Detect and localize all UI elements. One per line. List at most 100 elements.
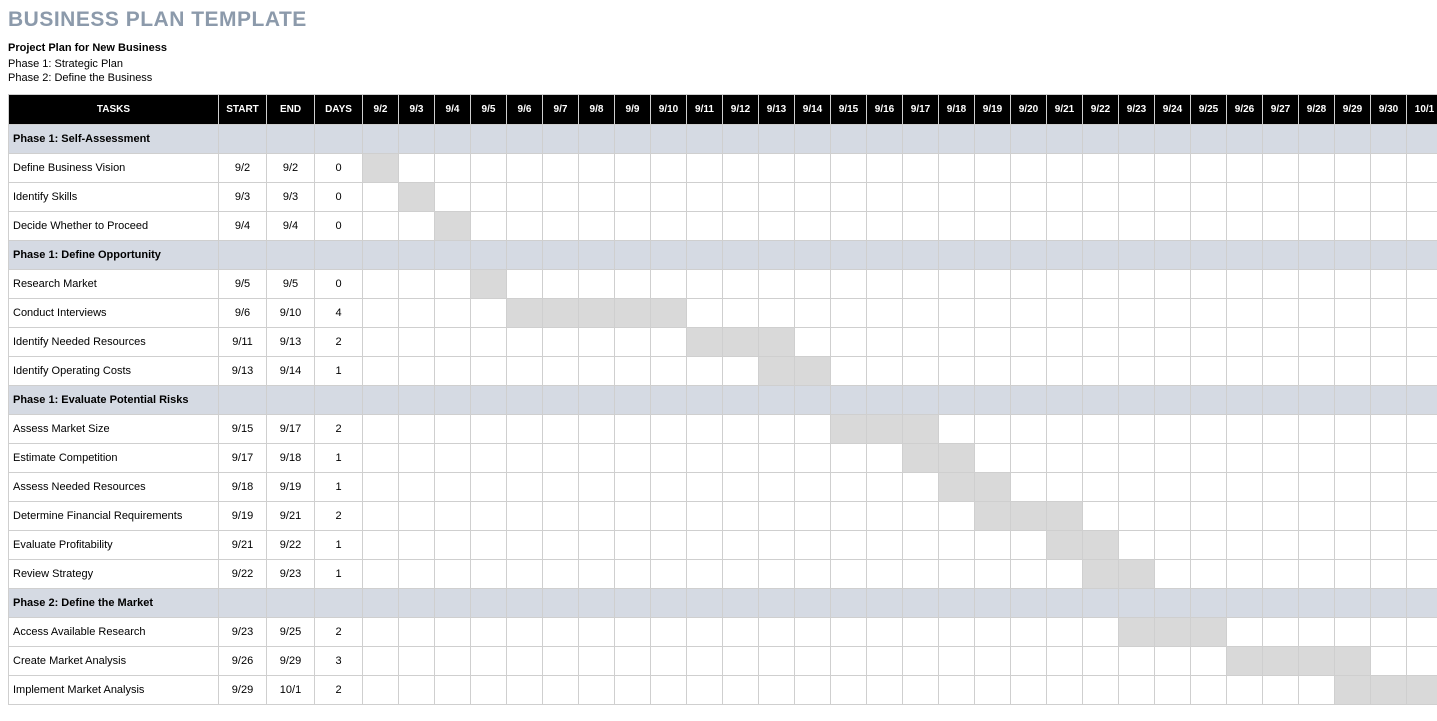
gantt-cell <box>1371 212 1407 241</box>
gantt-cell <box>939 589 975 618</box>
gantt-cell <box>1335 618 1371 647</box>
gantt-cell <box>363 125 399 154</box>
gantt-cell <box>903 357 939 386</box>
gantt-cell <box>831 676 867 705</box>
gantt-cell <box>975 212 1011 241</box>
gantt-cell <box>939 241 975 270</box>
gantt-cell <box>975 444 1011 473</box>
gantt-cell <box>1407 183 1437 212</box>
gantt-cell <box>759 183 795 212</box>
gantt-cell <box>759 676 795 705</box>
gantt-table: TASKSSTARTENDDAYS9/29/39/49/59/69/79/89/… <box>8 94 1437 705</box>
gantt-cell <box>399 183 435 212</box>
gantt-cell <box>1011 531 1047 560</box>
task-start: 9/17 <box>219 444 267 473</box>
gantt-cell <box>1083 415 1119 444</box>
gantt-cell <box>939 618 975 647</box>
gantt-cell <box>1119 473 1155 502</box>
gantt-cell <box>903 386 939 415</box>
task-start: 9/15 <box>219 415 267 444</box>
gantt-cell <box>687 473 723 502</box>
gantt-cell <box>795 154 831 183</box>
gantt-cell <box>615 357 651 386</box>
gantt-cell <box>543 415 579 444</box>
gantt-cell <box>1227 299 1263 328</box>
gantt-cell <box>1155 357 1191 386</box>
gantt-cell <box>1299 444 1335 473</box>
gantt-cell <box>903 589 939 618</box>
gantt-cell <box>543 473 579 502</box>
gantt-cell <box>579 560 615 589</box>
task-days: 0 <box>315 154 363 183</box>
task-row: Review Strategy9/229/231 <box>9 560 1437 589</box>
gantt-cell <box>687 357 723 386</box>
gantt-cell <box>399 531 435 560</box>
gantt-cell <box>399 444 435 473</box>
gantt-cell <box>579 676 615 705</box>
gantt-cell <box>507 618 543 647</box>
task-days: 1 <box>315 473 363 502</box>
gantt-cell <box>903 212 939 241</box>
gantt-cell <box>1227 444 1263 473</box>
task-name: Determine Financial Requirements <box>9 502 219 531</box>
task-start: 9/2 <box>219 154 267 183</box>
gantt-cell <box>615 560 651 589</box>
gantt-cell <box>471 676 507 705</box>
gantt-cell <box>1011 473 1047 502</box>
gantt-cell <box>1371 270 1407 299</box>
gantt-cell <box>795 676 831 705</box>
gantt-cell <box>831 270 867 299</box>
gantt-cell <box>687 386 723 415</box>
gantt-cell <box>399 125 435 154</box>
gantt-cell <box>1155 444 1191 473</box>
task-start: 9/4 <box>219 212 267 241</box>
gantt-cell <box>1047 183 1083 212</box>
task-days: 1 <box>315 560 363 589</box>
task-days: 2 <box>315 415 363 444</box>
gantt-cell <box>435 154 471 183</box>
task-name: Estimate Competition <box>9 444 219 473</box>
gantt-cell <box>471 502 507 531</box>
gantt-cell <box>1083 618 1119 647</box>
column-header-date: 9/7 <box>543 95 579 125</box>
gantt-cell <box>543 531 579 560</box>
gantt-cell <box>1083 473 1119 502</box>
gantt-cell <box>1263 531 1299 560</box>
gantt-cell <box>831 386 867 415</box>
gantt-cell <box>471 560 507 589</box>
gantt-cell <box>723 502 759 531</box>
gantt-cell <box>795 502 831 531</box>
task-days: 3 <box>315 647 363 676</box>
task-row: Access Available Research9/239/252 <box>9 618 1437 647</box>
gantt-cell <box>795 531 831 560</box>
gantt-cell <box>1263 299 1299 328</box>
gantt-cell <box>435 270 471 299</box>
gantt-cell <box>1335 357 1371 386</box>
gantt-cell <box>435 415 471 444</box>
gantt-cell <box>975 560 1011 589</box>
gantt-cell <box>1407 125 1437 154</box>
gantt-cell <box>1083 502 1119 531</box>
task-start: 9/23 <box>219 618 267 647</box>
gantt-cell <box>1155 270 1191 299</box>
gantt-cell <box>1011 444 1047 473</box>
gantt-cell <box>435 328 471 357</box>
gantt-cell <box>1371 502 1407 531</box>
gantt-cell <box>507 647 543 676</box>
phase-row: Phase 1: Define Opportunity <box>9 241 1437 270</box>
gantt-cell <box>903 183 939 212</box>
gantt-cell <box>1407 154 1437 183</box>
gantt-cell <box>903 125 939 154</box>
column-header-date: 9/18 <box>939 95 975 125</box>
gantt-cell <box>831 241 867 270</box>
gantt-cell <box>1047 270 1083 299</box>
gantt-cell <box>615 676 651 705</box>
gantt-cell <box>1011 125 1047 154</box>
gantt-cell <box>975 415 1011 444</box>
gantt-cell <box>435 531 471 560</box>
gantt-cell <box>975 154 1011 183</box>
gantt-cell <box>1407 328 1437 357</box>
gantt-cell <box>1371 618 1407 647</box>
gantt-cell <box>1047 473 1083 502</box>
gantt-cell <box>1011 357 1047 386</box>
